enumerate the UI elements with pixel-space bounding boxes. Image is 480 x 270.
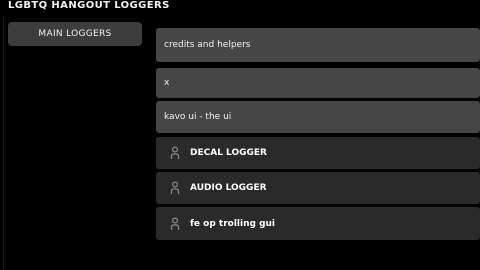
script-button-fe-op-trolling-gui[interactable]: fe op trolling gui bbox=[156, 207, 480, 240]
script-button-decal-logger[interactable]: DECAL LOGGER bbox=[156, 137, 480, 169]
window-title: LGBTQ HANGOUT LOGGERS bbox=[8, 0, 170, 11]
script-button-label: DECAL LOGGER bbox=[190, 148, 267, 158]
list-item-x[interactable]: x bbox=[156, 68, 480, 98]
script-icon bbox=[170, 181, 180, 194]
list-item-label: x bbox=[164, 78, 170, 88]
list-item-label: credits and helpers bbox=[164, 40, 251, 50]
script-button-label: AUDIO LOGGER bbox=[190, 183, 267, 193]
left-divider bbox=[3, 18, 4, 270]
content-panel: credits and helpers x kavo ui - the ui D… bbox=[156, 28, 480, 240]
script-button-audio-logger[interactable]: AUDIO LOGGER bbox=[156, 172, 480, 204]
script-icon bbox=[170, 216, 180, 230]
sidebar-tab-label: MAIN LOGGERS bbox=[38, 29, 112, 39]
list-item-credits[interactable]: credits and helpers bbox=[156, 28, 480, 62]
sidebar-tab-main-loggers[interactable]: MAIN LOGGERS bbox=[8, 22, 142, 46]
list-item-kavo-ui[interactable]: kavo ui - the ui bbox=[156, 101, 480, 133]
script-button-label: fe op trolling gui bbox=[190, 218, 276, 229]
list-item-label: kavo ui - the ui bbox=[164, 112, 232, 122]
script-icon bbox=[170, 146, 180, 159]
